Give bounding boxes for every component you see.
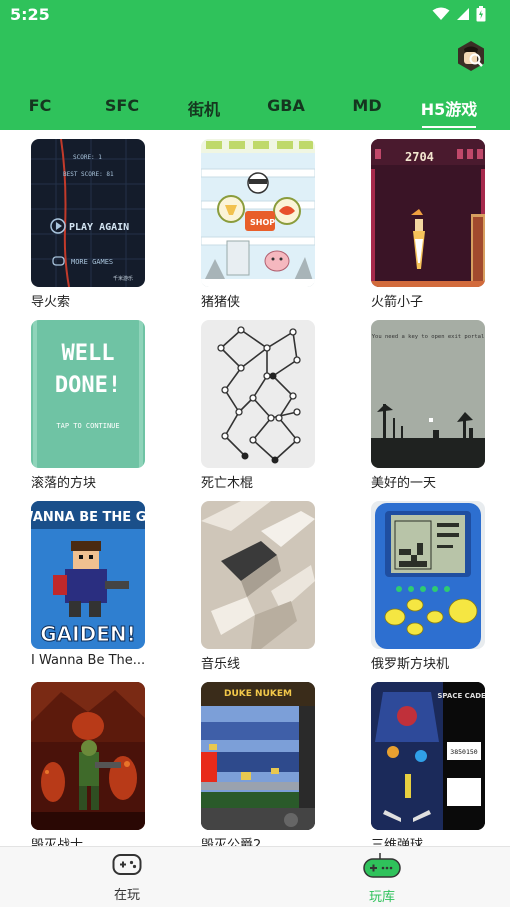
game-thumbnail: [31, 682, 145, 830]
tab-arcade[interactable]: 街机: [164, 96, 244, 120]
gamepad-icon: [112, 854, 142, 875]
game-title: 三维弹球: [371, 838, 424, 846]
game-title: 音乐线: [201, 657, 241, 672]
game-card-beautiful-day[interactable]: You need a key to open exit portal 美好的一天: [371, 320, 510, 500]
game-library-icon: [363, 853, 401, 878]
game-thumbnail: WANNA BE THE GU GAIDEN!: [31, 501, 145, 649]
profile-search-button[interactable]: [455, 40, 487, 72]
tab-sfc[interactable]: SFC: [82, 96, 162, 115]
tab-gba[interactable]: GBA: [246, 96, 326, 115]
svg-text:WANNA BE THE GU: WANNA BE THE GU: [31, 510, 145, 525]
game-title: 毁灭公爵2: [201, 838, 262, 846]
signal-icon: [457, 8, 469, 20]
tab-fc[interactable]: FC: [0, 96, 80, 115]
game-title: 毁灭战士: [31, 838, 84, 846]
game-thumbnail: WELL DONE! TAP TO CONTINUE: [31, 320, 145, 468]
svg-text:You need a key to open exit po: You need a key to open exit portal: [372, 334, 485, 340]
avatar-search-icon: [458, 41, 484, 71]
game-card-doom[interactable]: 毁灭战士: [31, 682, 171, 846]
game-card-music-line[interactable]: 音乐线: [201, 501, 341, 681]
game-grid[interactable]: SCORE: 1 BEST SCORE: 81 PLAY AGAIN MORE …: [0, 130, 510, 846]
game-card-pig-hero[interactable]: SHOP 猪猪侠: [201, 139, 341, 319]
game-title: 美好的一天: [371, 476, 437, 491]
svg-text:BEST SCORE: 81: BEST SCORE: 81: [63, 171, 114, 178]
tab-md[interactable]: MD: [327, 96, 407, 115]
game-thumbnail: [371, 501, 485, 649]
active-tab-indicator: [422, 126, 476, 128]
status-time: 5:25: [10, 5, 50, 24]
game-card-fuse[interactable]: SCORE: 1 BEST SCORE: 81 PLAY AGAIN MORE …: [31, 139, 171, 319]
nav-game-library-label: 玩库: [368, 890, 395, 905]
game-thumbnail: 2704: [371, 139, 485, 287]
game-card-rocket-kid[interactable]: 2704 火箭小子: [371, 139, 510, 319]
battery-icon: [476, 6, 486, 22]
svg-text:MORE GAMES: MORE GAMES: [71, 258, 113, 266]
game-title: 火箭小子: [371, 295, 424, 310]
game-card-duke-nukem-2[interactable]: DUKE NUKEM 毁灭公爵2: [201, 682, 341, 846]
svg-text:DUKE NUKEM: DUKE NUKEM: [224, 689, 292, 699]
svg-text:WELL: WELL: [62, 341, 115, 366]
status-icons: [432, 6, 486, 22]
svg-text:SPACE CADET: SPACE CADET: [437, 692, 485, 700]
app-header: 5:25 FC SFC 街机 GBA MD H5游戏: [0, 0, 510, 130]
game-title: 猪猪侠: [201, 295, 241, 310]
game-thumbnail: You need a key to open exit portal: [371, 320, 485, 468]
bottom-nav: 在玩 玩库: [0, 846, 510, 907]
nav-game-library[interactable]: 玩库: [342, 853, 422, 905]
game-card-3d-pinball[interactable]: SPACE CADET 3850150 三维弹球: [371, 682, 510, 846]
svg-text:PLAY AGAIN: PLAY AGAIN: [69, 222, 129, 233]
svg-text:TAP TO CONTINUE: TAP TO CONTINUE: [56, 422, 119, 430]
game-card-death-stick[interactable]: 死亡木棍: [201, 320, 341, 500]
game-thumbnail: SHOP: [201, 139, 315, 287]
svg-text:GAIDEN!: GAIDEN!: [40, 622, 135, 646]
game-thumbnail: [201, 501, 315, 649]
svg-text:SCORE: 1: SCORE: 1: [73, 154, 102, 161]
svg-text:SHOP: SHOP: [250, 218, 275, 227]
svg-text:DONE!: DONE!: [55, 373, 121, 398]
wifi-icon: [432, 7, 450, 20]
game-title: 滚落的方块: [31, 476, 97, 491]
status-bar: 5:25: [0, 0, 510, 30]
svg-text:千米游乐: 千米游乐: [113, 275, 133, 282]
nav-playing[interactable]: 在玩: [87, 853, 167, 903]
game-title: 死亡木棍: [201, 476, 254, 491]
game-thumbnail: SCORE: 1 BEST SCORE: 81 PLAY AGAIN MORE …: [31, 139, 145, 287]
svg-text:3850150: 3850150: [450, 748, 477, 756]
game-card-falling-cube[interactable]: WELL DONE! TAP TO CONTINUE 滚落的方块: [31, 320, 171, 500]
category-tabs: FC SFC 街机 GBA MD H5游戏: [0, 92, 510, 130]
game-title: I Wanna Be The...: [31, 653, 146, 668]
nav-playing-label: 在玩: [113, 888, 140, 903]
svg-text:2704: 2704: [405, 150, 434, 164]
game-title: 导火索: [31, 295, 71, 310]
game-card-i-wanna[interactable]: WANNA BE THE GU GAIDEN! I Wanna Be The..…: [31, 501, 171, 681]
game-thumbnail: SPACE CADET 3850150: [371, 682, 485, 830]
tab-h5-games[interactable]: H5游戏: [409, 96, 489, 120]
game-card-tetris-machine[interactable]: 俄罗斯方块机: [371, 501, 510, 681]
game-title: 俄罗斯方块机: [371, 657, 450, 672]
game-thumbnail: [201, 320, 315, 468]
game-thumbnail: DUKE NUKEM: [201, 682, 315, 830]
